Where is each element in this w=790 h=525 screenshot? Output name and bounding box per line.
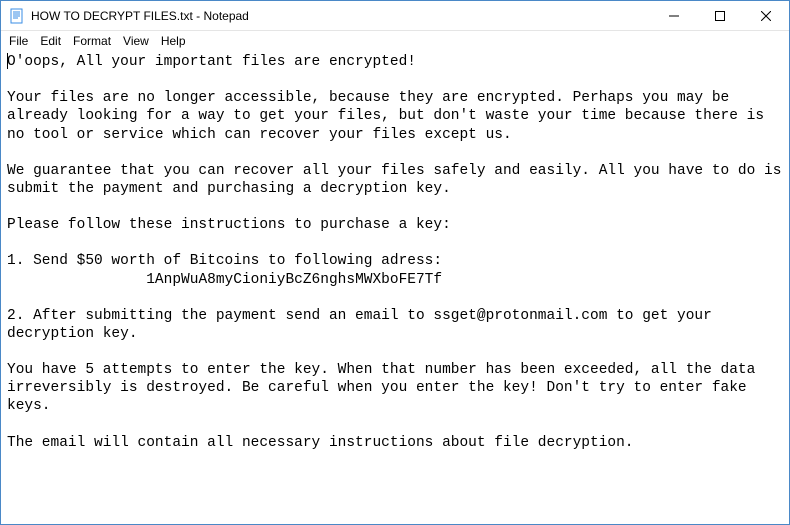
close-button[interactable]	[743, 1, 789, 30]
text-area[interactable]: O'oops, All your important files are enc…	[1, 51, 789, 524]
text-caret	[7, 53, 8, 69]
notepad-icon	[9, 8, 25, 24]
window-controls	[651, 1, 789, 30]
menu-edit[interactable]: Edit	[34, 33, 67, 49]
menubar: File Edit Format View Help	[1, 31, 789, 51]
text-content: O'oops, All your important files are enc…	[7, 54, 789, 451]
window-title: HOW TO DECRYPT FILES.txt - Notepad	[31, 9, 249, 23]
menu-help[interactable]: Help	[155, 33, 192, 49]
menu-format[interactable]: Format	[67, 33, 117, 49]
minimize-button[interactable]	[651, 1, 697, 30]
maximize-button[interactable]	[697, 1, 743, 30]
titlebar[interactable]: HOW TO DECRYPT FILES.txt - Notepad	[1, 1, 789, 31]
menu-view[interactable]: View	[117, 33, 155, 49]
menu-file[interactable]: File	[3, 33, 34, 49]
notepad-window: HOW TO DECRYPT FILES.txt - Notepad File …	[0, 0, 790, 525]
